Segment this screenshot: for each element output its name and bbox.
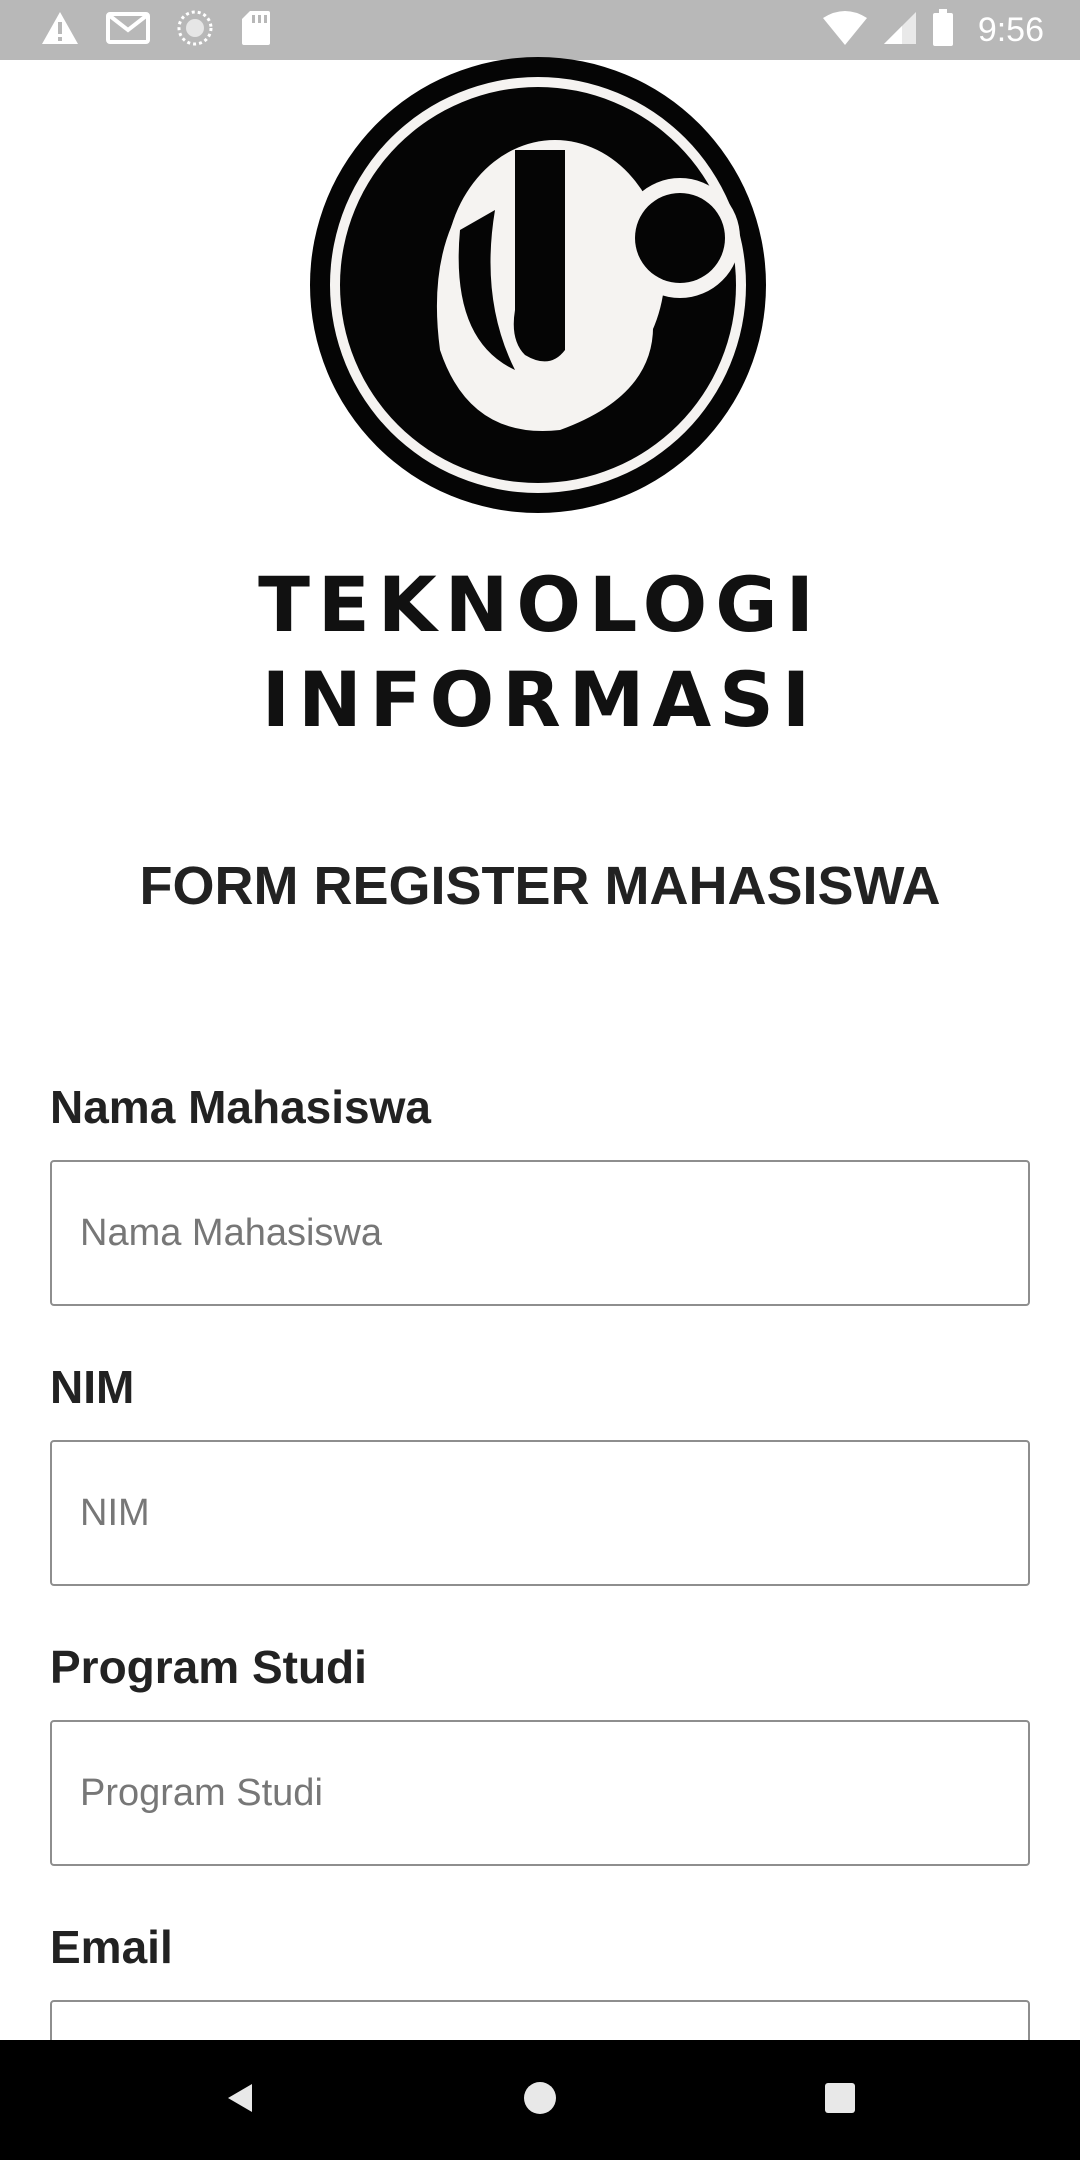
nama-mahasiswa-label: Nama Mahasiswa [50, 1081, 431, 1133]
program-studi-label: Program Studi [50, 1641, 367, 1693]
nim-input[interactable] [50, 1440, 1030, 1586]
logo-emblem [300, 50, 780, 520]
nama-mahasiswa-input[interactable] [50, 1160, 1030, 1306]
sync-icon [176, 9, 214, 52]
sd-card-icon [240, 9, 272, 52]
logo-text-line1: TEKNOLOGI [258, 560, 822, 649]
back-button[interactable] [180, 2040, 300, 2160]
back-icon [222, 2080, 258, 2121]
program-studi-input[interactable] [50, 1720, 1030, 1866]
recents-button[interactable] [780, 2040, 900, 2160]
battery-icon [932, 8, 954, 52]
home-button[interactable] [480, 2040, 600, 2160]
notification-icons [40, 0, 272, 60]
logo-text-line2: INFORMASI [261, 655, 819, 744]
recents-icon [822, 2080, 858, 2121]
status-time: 9:56 [977, 10, 1044, 49]
signal-icon [882, 10, 918, 51]
email-label: Email [50, 1921, 173, 1973]
gmail-icon [106, 10, 150, 51]
nim-label: NIM [50, 1361, 135, 1413]
home-icon [522, 2080, 558, 2121]
navigation-bar [0, 2040, 1080, 2160]
form-title: FORM REGISTER MAHASISWA [139, 856, 941, 916]
wifi-icon [822, 10, 868, 51]
system-icons: 9:56 [822, 0, 1044, 60]
warning-icon [40, 10, 80, 51]
